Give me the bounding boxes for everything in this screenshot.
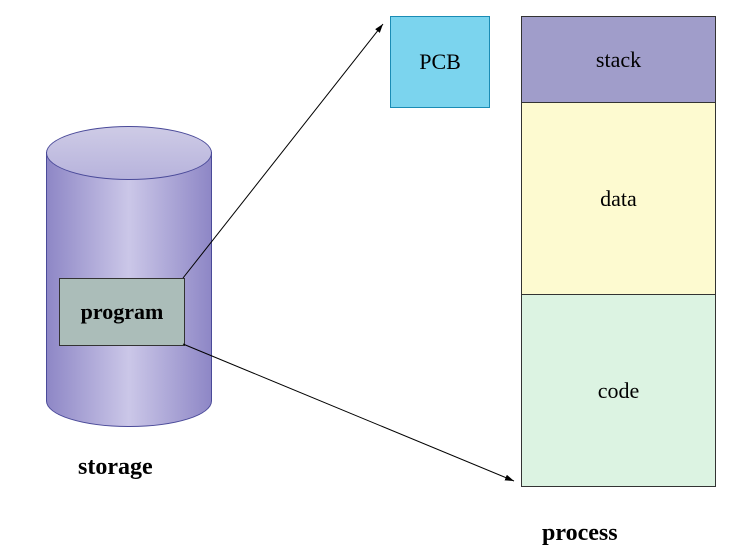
code-segment: code <box>521 295 716 487</box>
data-label: data <box>600 186 637 212</box>
program-label: program <box>81 299 164 325</box>
code-label: code <box>598 378 640 404</box>
pcb-box: PCB <box>390 16 490 108</box>
data-segment: data <box>521 103 716 295</box>
storage-label: storage <box>78 454 153 481</box>
program-box: program <box>59 278 185 346</box>
process-label: process <box>542 520 618 547</box>
stack-segment: stack <box>521 16 716 103</box>
pcb-label: PCB <box>419 49 461 75</box>
diagram-canvas: program storage PCB stack data code proc… <box>0 0 750 560</box>
stack-label: stack <box>596 47 641 73</box>
storage-cylinder-top <box>46 126 212 180</box>
storage-cylinder-bottom <box>46 374 212 427</box>
storage-cylinder-body <box>46 152 212 400</box>
process-memory-block: stack data code <box>521 16 716 487</box>
